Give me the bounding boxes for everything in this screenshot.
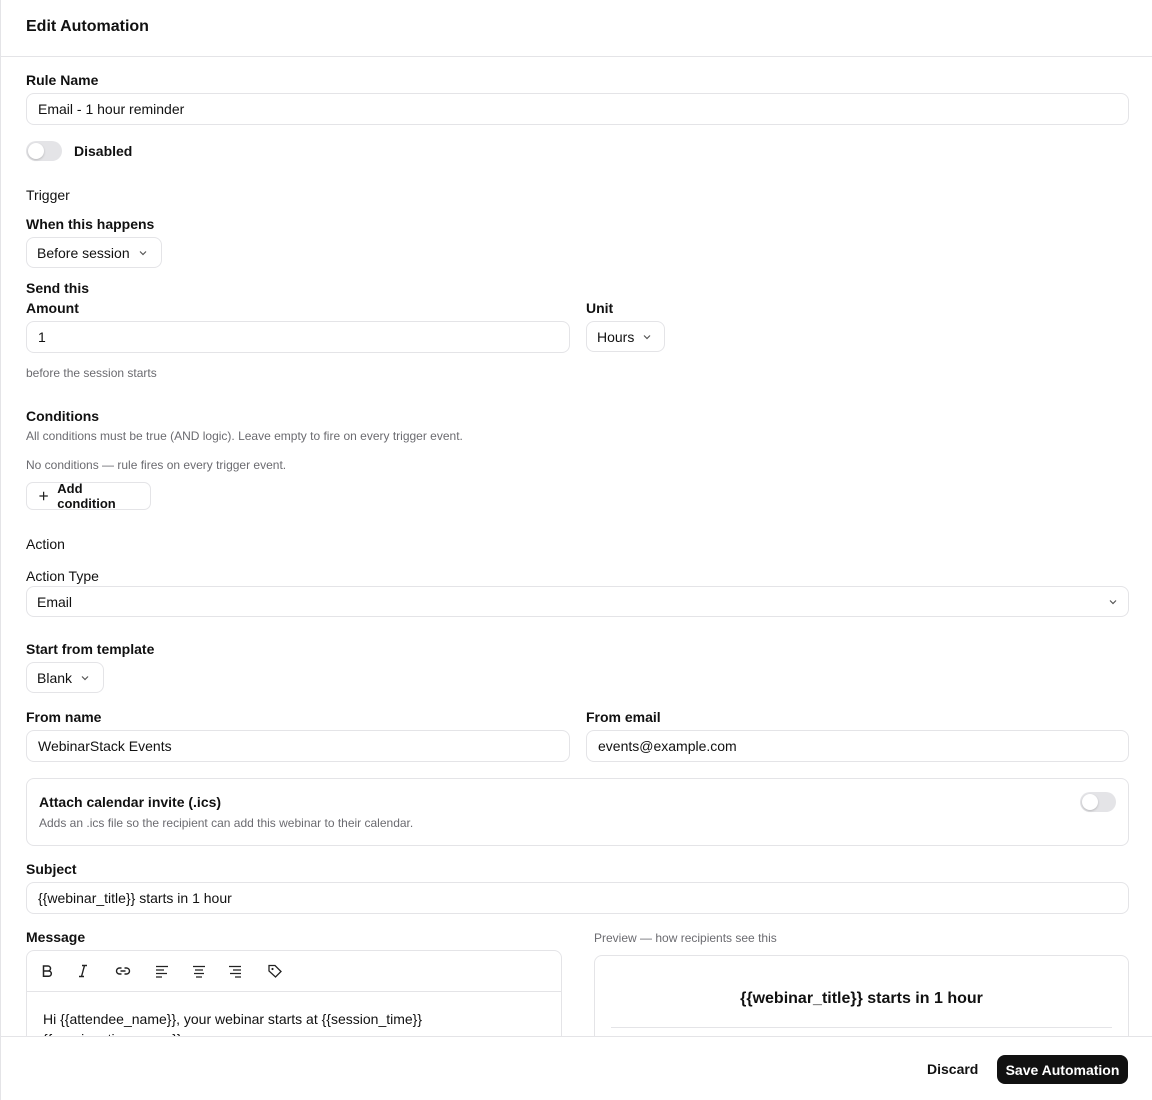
align-center-icon[interactable] [191, 963, 207, 979]
plus-icon [39, 491, 48, 501]
chevron-down-icon [1109, 599, 1117, 604]
edit-automation-panel: Edit Automation Rule Name Email - 1 hour… [0, 0, 1152, 1100]
amount-value: 1 [38, 329, 46, 345]
action-type-select[interactable]: Email [26, 586, 1129, 617]
conditions-description: All conditions must be true (AND logic).… [26, 429, 463, 443]
from-name-input[interactable]: WebinarStack Events [26, 730, 570, 762]
from-email-value: events@example.com [598, 738, 737, 754]
toggle-knob [1082, 794, 1098, 810]
panel-footer: Discard Save Automation [1, 1036, 1152, 1100]
add-condition-button[interactable]: Add condition [26, 481, 151, 511]
unit-value: Hours [597, 328, 635, 345]
amount-hint: before the session starts [26, 366, 157, 380]
rule-name-input[interactable]: Email - 1 hour reminder [26, 93, 1129, 125]
preview-heading: {{webinar_title}} starts in 1 hour [740, 990, 983, 1007]
message-label: Message [26, 929, 86, 945]
when-select[interactable]: Before session [26, 237, 162, 268]
ics-title: Attach calendar invite (.ics) [39, 794, 222, 810]
amount-label: Amount [26, 300, 79, 316]
page-title: Edit Automation [26, 18, 149, 35]
when-value: Before session [37, 244, 130, 261]
bold-icon[interactable] [39, 963, 55, 979]
preview-divider [611, 1027, 1112, 1028]
template-select[interactable]: Blank [26, 662, 104, 693]
add-condition-label: Add condition [57, 481, 116, 511]
conditions-empty-state: No conditions — rule fires on every trig… [26, 458, 287, 472]
enabled-toggle[interactable] [26, 141, 62, 161]
when-label: When this happens [26, 216, 155, 232]
unit-select[interactable]: Hours [586, 321, 665, 352]
conditions-section-title: Conditions [26, 408, 100, 424]
unit-label: Unit [586, 300, 614, 316]
italic-icon[interactable] [75, 963, 91, 979]
message-line-1: Hi {{attendee_name}}, your webinar start… [43, 1011, 423, 1027]
rule-name-label: Rule Name [26, 72, 99, 88]
action-type-label: Action Type [26, 568, 99, 584]
status-label: Disabled [74, 143, 133, 159]
calendar-invite-card: Attach calendar invite (.ics) Adds an .i… [26, 778, 1129, 846]
subject-input[interactable]: {{webinar_title}} starts in 1 hour [26, 882, 1129, 914]
preview-label: Preview — how recipients see this [594, 931, 777, 945]
discard-button[interactable]: Discard [927, 1061, 978, 1077]
chevron-down-icon [139, 250, 147, 255]
from-email-label: From email [586, 709, 661, 725]
panel-header: Edit Automation [1, 0, 1152, 57]
send-this-label: Send this [26, 280, 90, 296]
subject-label: Subject [26, 861, 77, 877]
rule-name-value: Email - 1 hour reminder [38, 101, 185, 117]
editor-toolbar [27, 951, 561, 992]
toggle-knob [28, 143, 44, 159]
template-value: Blank [37, 669, 73, 686]
align-right-icon[interactable] [227, 963, 243, 979]
from-name-value: WebinarStack Events [38, 738, 172, 754]
ics-description: Adds an .ics file so the recipient can a… [39, 816, 414, 830]
subject-value: {{webinar_title}} starts in 1 hour [38, 890, 232, 906]
align-left-icon[interactable] [154, 963, 170, 979]
ics-toggle[interactable] [1080, 792, 1116, 812]
action-type-value: Email [37, 593, 73, 610]
link-icon[interactable] [115, 963, 131, 979]
chevron-down-icon [643, 334, 651, 339]
from-name-label: From name [26, 709, 102, 725]
amount-input[interactable]: 1 [26, 321, 570, 353]
action-section-title: Action [26, 536, 65, 552]
trigger-section-title: Trigger [26, 187, 70, 203]
tag-icon[interactable] [267, 963, 283, 979]
chevron-down-icon [81, 675, 89, 680]
save-automation-button[interactable]: Save Automation [997, 1055, 1128, 1084]
template-label: Start from template [26, 641, 155, 657]
from-email-input[interactable]: events@example.com [586, 730, 1129, 762]
